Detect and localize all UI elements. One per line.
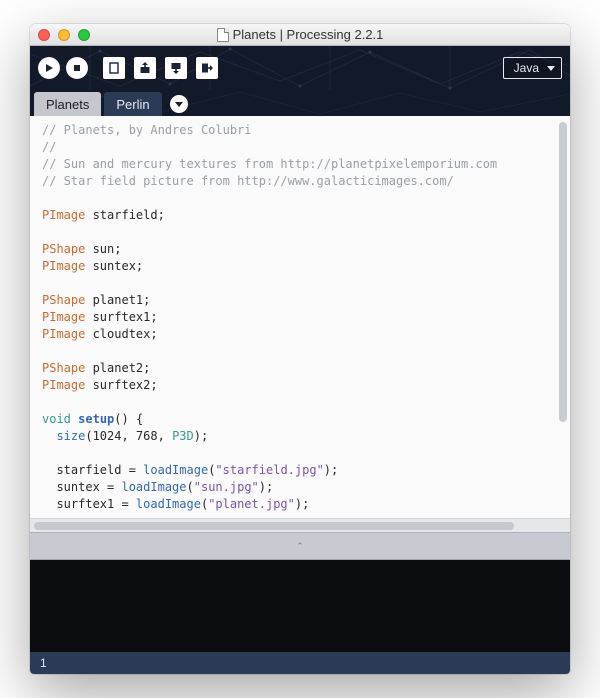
tab-planets[interactable]: Planets bbox=[34, 92, 101, 116]
stop-icon bbox=[72, 63, 82, 73]
code-line: size(1024, 768, P3D); bbox=[42, 428, 570, 445]
run-button[interactable] bbox=[38, 57, 60, 79]
code-line bbox=[42, 343, 570, 360]
window-title-text: Planets | Processing 2.2.1 bbox=[233, 27, 384, 42]
code-line: PImage suntex; bbox=[42, 258, 570, 275]
open-icon bbox=[138, 61, 152, 75]
code-line bbox=[42, 394, 570, 411]
save-button[interactable] bbox=[165, 57, 187, 79]
code-line: // Star field picture from http://www.ga… bbox=[42, 173, 570, 190]
code-line bbox=[42, 445, 570, 462]
scrollbar-thumb[interactable] bbox=[34, 522, 514, 530]
chevron-down-icon bbox=[175, 102, 183, 107]
play-icon bbox=[44, 63, 54, 73]
code-line: void setup() { bbox=[42, 411, 570, 428]
code-line: PImage starfield; bbox=[42, 207, 570, 224]
tab-perlin[interactable]: Perlin bbox=[104, 92, 161, 116]
code-editor[interactable]: // Planets, by Andres Colubri//// Sun an… bbox=[30, 116, 570, 518]
code-line bbox=[42, 275, 570, 292]
save-icon bbox=[169, 61, 183, 75]
run-controls bbox=[38, 57, 88, 79]
status-bar: 1 bbox=[30, 652, 570, 674]
new-button[interactable] bbox=[103, 57, 125, 79]
chevron-down-icon bbox=[547, 66, 555, 71]
tab-bar: Planets Perlin bbox=[30, 90, 570, 116]
tab-menu-button[interactable] bbox=[170, 95, 188, 113]
tab-label: Perlin bbox=[116, 97, 149, 112]
code-line: PImage surftex1; bbox=[42, 309, 570, 326]
pane-divider[interactable]: ⌃ bbox=[30, 532, 570, 560]
window-title: Planets | Processing 2.2.1 bbox=[30, 27, 570, 42]
code-line: // Sun and mercury textures from http://… bbox=[42, 156, 570, 173]
vertical-scrollbar[interactable] bbox=[559, 122, 567, 422]
code-line: PShape sun; bbox=[42, 241, 570, 258]
zoom-icon[interactable] bbox=[78, 29, 90, 41]
code-line: // bbox=[42, 139, 570, 156]
code-line bbox=[42, 190, 570, 207]
open-button[interactable] bbox=[134, 57, 156, 79]
stop-button[interactable] bbox=[66, 57, 88, 79]
code-line: suntex = loadImage("sun.jpg"); bbox=[42, 479, 570, 496]
file-controls bbox=[100, 57, 218, 79]
mode-selector[interactable]: Java bbox=[503, 57, 562, 79]
console-area[interactable] bbox=[30, 560, 570, 652]
window-controls bbox=[30, 29, 90, 41]
mode-label: Java bbox=[514, 61, 539, 75]
close-icon[interactable] bbox=[38, 29, 50, 41]
code-line: // Planets, by Andres Colubri bbox=[42, 122, 570, 139]
code-line bbox=[42, 224, 570, 241]
export-button[interactable] bbox=[196, 57, 218, 79]
code-line: PImage surftex2; bbox=[42, 377, 570, 394]
minimize-icon[interactable] bbox=[58, 29, 70, 41]
app-window: Planets | Processing 2.2.1 bbox=[30, 24, 570, 674]
toolbar: Java bbox=[30, 46, 570, 90]
new-file-icon bbox=[107, 61, 121, 75]
code-line: starfield = loadImage("starfield.jpg"); bbox=[42, 462, 570, 479]
line-number: 1 bbox=[40, 656, 47, 670]
horizontal-scrollbar[interactable] bbox=[30, 518, 570, 532]
code-line: surftex1 = loadImage("planet.jpg"); bbox=[42, 496, 570, 513]
code-line: PShape planet1; bbox=[42, 292, 570, 309]
document-icon bbox=[217, 28, 229, 42]
titlebar: Planets | Processing 2.2.1 bbox=[30, 24, 570, 46]
editor-pane: // Planets, by Andres Colubri//// Sun an… bbox=[30, 116, 570, 674]
code-line: PImage cloudtex; bbox=[42, 326, 570, 343]
code-line: PShape planet2; bbox=[42, 360, 570, 377]
tab-label: Planets bbox=[46, 97, 89, 112]
export-icon bbox=[200, 61, 214, 75]
